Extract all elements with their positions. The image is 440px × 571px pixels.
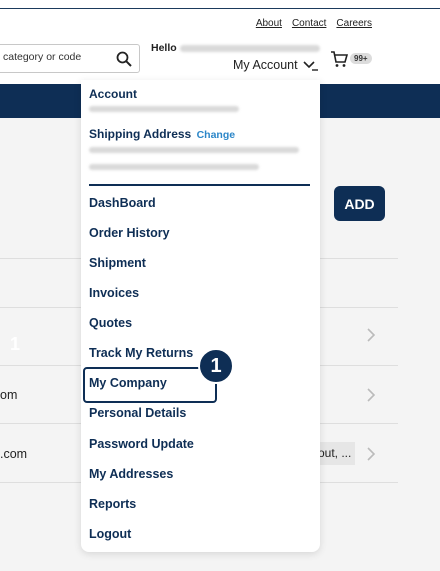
menu-item-my-addresses[interactable]: My Addresses (89, 467, 173, 481)
search-box (0, 44, 140, 73)
menu-item-password-update[interactable]: Password Update (89, 437, 194, 451)
menu-item-personal-details[interactable]: Personal Details (89, 406, 186, 420)
menu-divider (89, 184, 310, 186)
redacted-username (179, 44, 320, 52)
about-link[interactable]: About (256, 18, 282, 29)
my-account-label: My Account (233, 58, 298, 72)
search-icon[interactable] (115, 50, 133, 68)
top-header: About Contact Careers Hello My Account 9… (0, 0, 440, 84)
greeting: Hello (151, 42, 320, 54)
redacted-address-line (89, 164, 259, 170)
chevron-right-icon[interactable] (365, 328, 377, 342)
search-input[interactable] (3, 51, 107, 63)
add-button[interactable]: ADD (334, 186, 385, 221)
account-heading: Account (89, 87, 137, 101)
account-dropdown-menu: Account Shipping Address Change DashBoar… (81, 80, 320, 552)
change-address-link[interactable]: Change (197, 129, 236, 141)
row-email-text: .com (0, 447, 28, 461)
status-chip: out, ... (314, 442, 356, 465)
shipping-address-label: Shipping Address (89, 127, 192, 141)
contact-link[interactable]: Contact (292, 18, 326, 29)
menu-item-invoices[interactable]: Invoices (89, 286, 139, 300)
redacted-address-line (89, 147, 299, 153)
chevron-right-icon[interactable] (365, 447, 377, 461)
chevron-down-icon (303, 61, 318, 71)
redacted-account-name (89, 106, 239, 112)
menu-item-logout[interactable]: Logout (89, 527, 131, 541)
menu-item-reports[interactable]: Reports (89, 497, 136, 511)
shipping-address-heading: Shipping Address Change (89, 127, 235, 141)
menu-item-dashboard[interactable]: DashBoard (89, 196, 156, 210)
cart-count-badge: 99+ (350, 53, 372, 64)
menu-item-track-returns[interactable]: Track My Returns (89, 346, 193, 360)
my-account-toggle[interactable]: My Account (233, 58, 318, 72)
menu-item-order-history[interactable]: Order History (89, 226, 170, 240)
row-email-text: om (0, 388, 18, 402)
step-number-badge: 1 (198, 348, 234, 384)
row-number: 1 (10, 334, 21, 354)
header-top-line (0, 8, 440, 9)
careers-link[interactable]: Careers (336, 18, 372, 29)
greeting-text: Hello (151, 42, 177, 54)
highlight-box (83, 367, 217, 403)
menu-item-quotes[interactable]: Quotes (89, 316, 132, 330)
cart-icon[interactable] (330, 50, 348, 68)
menu-item-shipment[interactable]: Shipment (89, 256, 146, 270)
chevron-right-icon[interactable] (365, 388, 377, 402)
utility-links: About Contact Careers (256, 18, 372, 29)
